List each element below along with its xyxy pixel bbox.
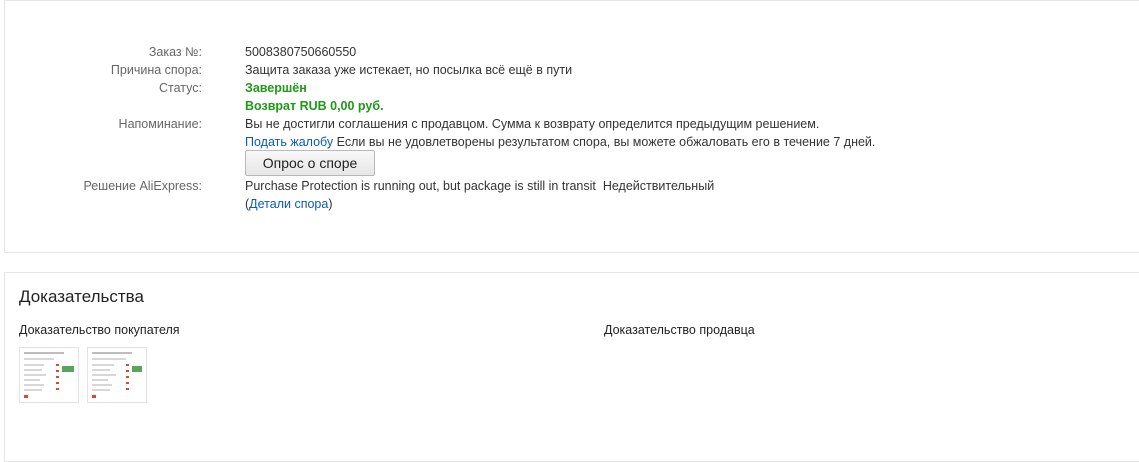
details-line: (Детали спора) [245, 195, 333, 213]
dispute-details-link[interactable]: Детали спора [249, 197, 328, 211]
reminder-text: Вы не достигли соглашения с продавцом. С… [245, 117, 820, 131]
reminder-row: Напоминание: Вы не достигли соглашения с… [5, 115, 1105, 133]
buyer-evidence-thumbnail-1[interactable] [19, 347, 79, 403]
refund-row: Возврат RUB 0,00 руб. [5, 97, 1105, 115]
seller-evidence-label: Доказательство продавца [604, 323, 755, 337]
complaint-line: Подать жалобу Если вы не удовлетворены р… [245, 133, 875, 151]
reminder-label: Напоминание: [118, 117, 202, 131]
complaint-text: Если вы не удовлетворены результатом спо… [336, 135, 876, 149]
buyer-evidence-label: Доказательство покупателя [19, 323, 180, 337]
reason-value: Защита заказа уже истекает, но посылка в… [245, 63, 573, 77]
decision-row: Решение AliExpress: Purchase Protection … [5, 177, 1105, 195]
status-value: Завершён [245, 81, 307, 95]
refund-amount: Возврат RUB 0,00 руб. [245, 99, 384, 113]
decision-label: Решение AliExpress: [83, 179, 202, 193]
evidence-heading: Доказательства [19, 287, 144, 306]
order-row: Заказ №: 5008380750660550 [5, 43, 1105, 61]
order-label: Заказ №: [148, 45, 202, 59]
buyer-evidence-thumbnail-2[interactable] [87, 347, 147, 403]
status-row: Статус: Завершён [5, 79, 1105, 97]
dispute-info-panel: Заказ №: 5008380750660550 Причина спора:… [4, 0, 1139, 253]
status-label: Статус: [159, 81, 202, 95]
decision-status: Недействительный [602, 179, 715, 193]
details-row: (Детали спора) [5, 195, 1105, 213]
file-complaint-link[interactable]: Подать жалобу [245, 135, 333, 149]
order-number: 5008380750660550 [245, 45, 357, 59]
reason-row: Причина спора: Защита заказа уже истекае… [5, 61, 1105, 79]
reason-label: Причина спора: [110, 63, 202, 77]
evidence-panel: Доказательства Доказательство покупателя… [4, 272, 1139, 462]
decision-text: Purchase Protection is running out, but … [245, 179, 596, 193]
paren-close: ) [328, 197, 333, 211]
complaint-row: Подать жалобу Если вы не удовлетворены р… [5, 133, 1105, 151]
decision-line: Purchase Protection is running out, but … [245, 177, 714, 195]
dispute-survey-button[interactable]: Опрос о споре [245, 150, 375, 176]
